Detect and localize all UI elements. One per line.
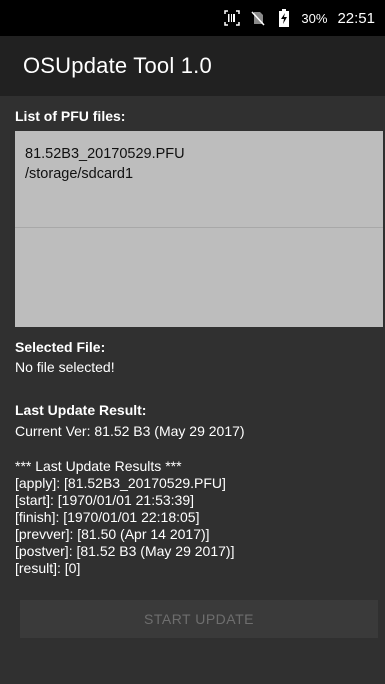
app-bar: OSUpdate Tool 1.0	[0, 36, 385, 96]
current-version: Current Ver: 81.52 B3 (May 29 2017)	[15, 423, 245, 439]
battery-charging-icon	[275, 9, 293, 27]
results-result: [result]: [0]	[15, 560, 81, 576]
list-label: List of PFU files:	[15, 108, 126, 124]
clock: 22:51	[337, 9, 375, 27]
no-sim-icon	[249, 9, 267, 27]
file-name: 81.52B3_20170529.PFU	[25, 146, 185, 162]
battery-percent: 30%	[301, 10, 328, 26]
pfu-file-list[interactable]: 81.52B3_20170529.PFU /storage/sdcard1	[15, 131, 383, 327]
results-apply: [apply]: [81.52B3_20170529.PFU]	[15, 475, 226, 491]
results-start: [start]: [1970/01/01 21:53:39]	[15, 492, 195, 508]
file-path: /storage/sdcard1	[25, 166, 134, 182]
results-header: *** Last Update Results ***	[15, 458, 182, 474]
results-prevver: [prevver]: [81.50 (Apr 14 2017)]	[15, 526, 210, 542]
barcode-scanner-icon	[223, 9, 241, 27]
main-content: List of PFU files: 81.52B3_20170529.PFU …	[0, 96, 385, 684]
list-divider	[15, 227, 383, 228]
last-update-result-label: Last Update Result:	[15, 402, 147, 418]
selected-file-label: Selected File:	[15, 339, 106, 355]
file-list-item[interactable]: 81.52B3_20170529.PFU /storage/sdcard1	[15, 131, 383, 184]
selected-file-value: No file selected!	[15, 359, 115, 375]
app-title: OSUpdate Tool 1.0	[23, 53, 212, 78]
results-finish: [finish]: [1970/01/01 22:18:05]	[15, 509, 200, 525]
start-update-button[interactable]: START UPDATE	[20, 600, 378, 638]
update-results-log: *** Last Update Results *** [apply]: [81…	[15, 458, 234, 577]
status-bar: 30% 22:51	[0, 0, 385, 36]
results-postver: [postver]: [81.52 B3 (May 29 2017)]	[15, 543, 235, 559]
